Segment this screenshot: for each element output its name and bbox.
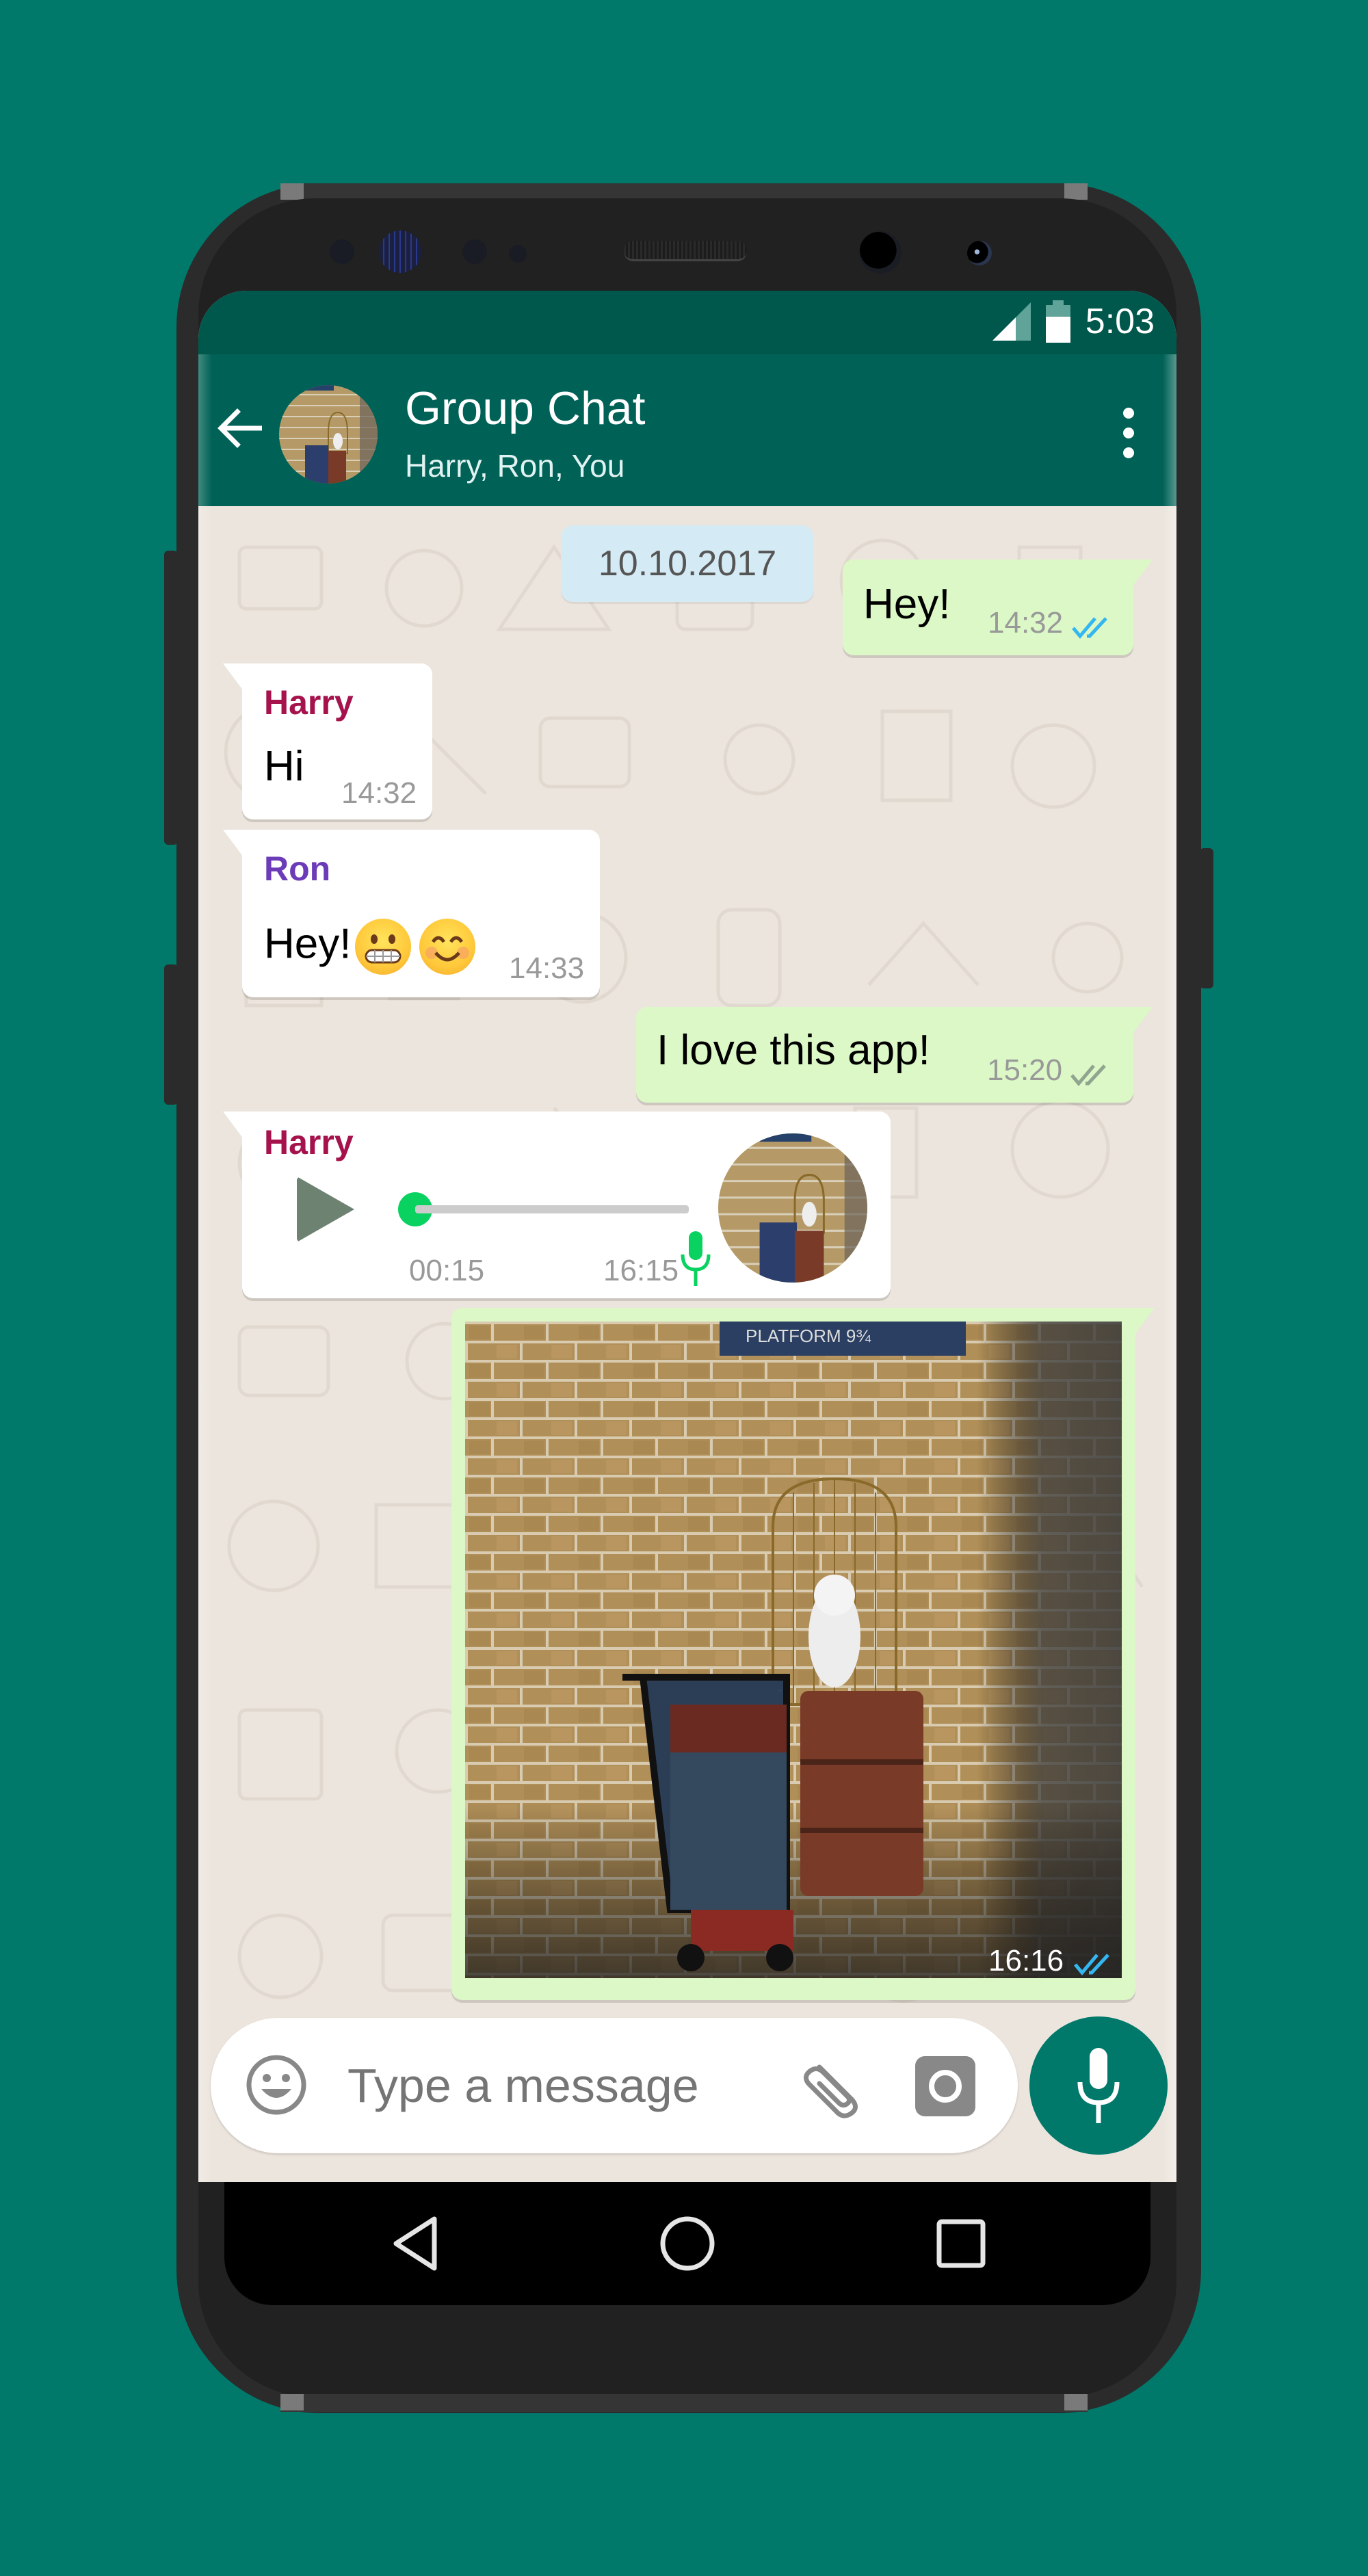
phone-bottom-rim — [280, 2394, 1088, 2412]
battery-icon — [1045, 300, 1070, 343]
bubble-tail — [1134, 1308, 1155, 1335]
play-button[interactable] — [297, 1177, 354, 1242]
message-text: Hi — [264, 743, 304, 790]
proximity-sensor — [967, 241, 992, 265]
emoji-icon[interactable] — [245, 2053, 308, 2116]
bubble-tail — [1132, 560, 1153, 587]
voice-progress-track[interactable] — [415, 1205, 689, 1213]
earpiece-speaker — [624, 241, 747, 261]
nav-back-button[interactable] — [382, 2209, 450, 2278]
message-time: 14:32 — [988, 606, 1064, 640]
camera-button[interactable] — [915, 2056, 975, 2116]
bubble-tail — [1132, 1007, 1153, 1034]
double-check-read-icon — [1074, 1954, 1109, 1975]
signal-icon — [992, 302, 1031, 341]
group-avatar-image — [279, 385, 378, 484]
double-check-delivered-icon — [1070, 1064, 1106, 1086]
arrow-left-icon — [218, 408, 262, 448]
phone-top-rim — [280, 183, 1088, 200]
microphone-icon — [1077, 2048, 1120, 2123]
image-message[interactable]: PLATFORM 9¾ 16:16 — [451, 1308, 1155, 2000]
back-button[interactable] — [212, 401, 267, 456]
camera-icon — [929, 2070, 962, 2103]
message-incoming[interactable]: Harry Hi 14:32 — [223, 663, 432, 819]
iris-sensor — [379, 231, 421, 273]
home-circle-icon — [660, 2216, 715, 2271]
more-vert-icon — [1123, 408, 1134, 419]
chat-header: Group Chat Harry, Ron, You — [198, 354, 1176, 506]
microphone-icon — [681, 1231, 711, 1286]
recents-square-icon — [936, 2219, 986, 2268]
grimacing-face-emoji — [355, 919, 412, 975]
voice-duration: 00:15 — [409, 1254, 485, 1287]
sender-name: Ron — [264, 850, 331, 888]
message-text: Hey! — [264, 919, 476, 975]
phone-screen: 5:03 Group Chat Harry, Ron, You 10.10.20… — [198, 291, 1176, 2182]
status-bar: 5:03 — [198, 291, 1176, 354]
message-text-content: Hey! — [264, 920, 352, 968]
message-time: 16:16 — [988, 1944, 1064, 1977]
smiling-face-emoji — [419, 919, 476, 975]
message-text: Hey! — [863, 581, 951, 628]
sensor-dot — [330, 239, 354, 264]
more-options-button[interactable] — [1115, 402, 1142, 464]
status-time: 5:03 — [1085, 302, 1155, 341]
phone-side-button-right — [1200, 848, 1213, 988]
phone-side-button-left-2 — [164, 964, 178, 1105]
screen-edge-highlight — [198, 354, 212, 2182]
message-text: I love this app! — [657, 1027, 930, 1074]
bubble-tail — [223, 1112, 244, 1139]
front-camera — [859, 231, 902, 274]
message-time: 14:33 — [509, 951, 585, 985]
bubble-tail — [223, 830, 244, 857]
message-incoming[interactable]: Ron Hey! 14:33 — [223, 830, 600, 997]
chat-title[interactable]: Group Chat — [405, 382, 646, 435]
message-time: 14:32 — [341, 776, 417, 810]
system-navigation-bar — [224, 2182, 1150, 2305]
double-check-read-icon — [1072, 617, 1107, 639]
message-outgoing[interactable]: I love this app! 15:20 — [636, 1007, 1153, 1103]
voice-sender-avatar — [718, 1133, 867, 1283]
sender-name: Harry — [264, 683, 354, 722]
voice-record-button[interactable] — [1029, 2016, 1168, 2155]
message-input[interactable] — [347, 2045, 778, 2126]
message-composer — [211, 2018, 1018, 2153]
paperclip-icon[interactable] — [799, 2053, 865, 2119]
date-separator: 10.10.2017 — [561, 525, 814, 602]
sender-name: Harry — [264, 1123, 354, 1161]
bubble-tail — [223, 663, 244, 691]
sensor-dot — [509, 245, 527, 263]
photo-platform-nine-three-quarters[interactable]: PLATFORM 9¾ — [465, 1322, 1122, 1978]
chat-participants[interactable]: Harry, Ron, You — [405, 447, 624, 484]
nav-home-button[interactable] — [653, 2209, 722, 2278]
back-triangle-icon — [393, 2216, 437, 2271]
message-outgoing[interactable]: Hey! 14:32 — [843, 560, 1153, 655]
phone-side-button-left-1 — [164, 551, 178, 845]
svg-text:PLATFORM 9¾: PLATFORM 9¾ — [746, 1326, 871, 1346]
message-time: 15:20 — [987, 1053, 1063, 1087]
message-time: 16:15 — [603, 1254, 679, 1287]
voice-message[interactable]: Harry 00:15 16:15 — [223, 1112, 891, 1298]
screen-edge-highlight — [1163, 354, 1176, 2182]
nav-recents-button[interactable] — [927, 2209, 995, 2278]
sensor-dot — [462, 239, 487, 264]
group-avatar[interactable] — [279, 385, 378, 484]
